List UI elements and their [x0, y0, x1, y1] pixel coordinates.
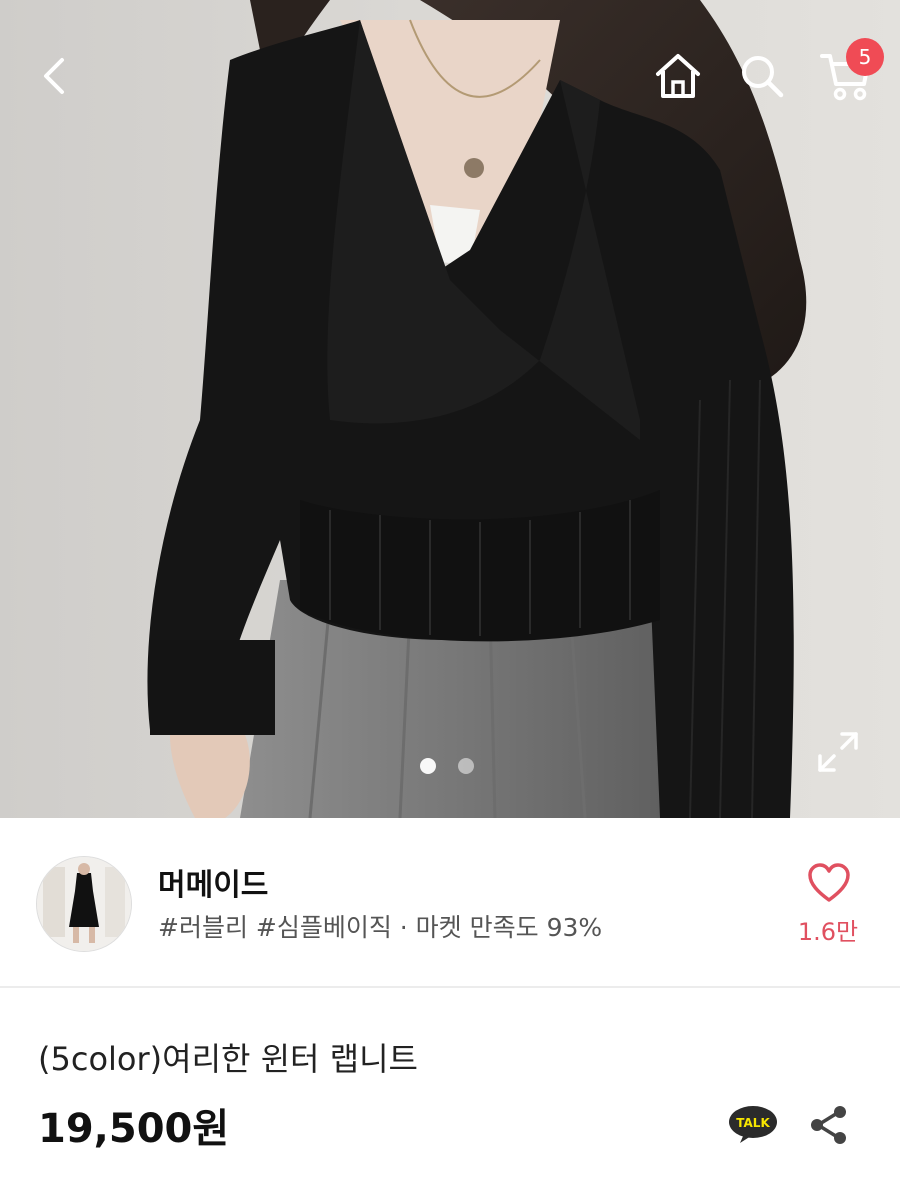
gallery-dot[interactable] [458, 758, 474, 774]
cart-count-badge: 5 [846, 38, 884, 76]
product-name: (5color)여리한 윈터 랩니트 [38, 1040, 418, 1078]
shop-tags: #러블리 #심플베이직 · 마켓 만족도 93% [158, 913, 603, 942]
search-button[interactable] [730, 44, 794, 108]
shop-name[interactable]: 머메이드 [158, 860, 268, 904]
heart-outline-icon [808, 863, 850, 902]
search-icon [742, 56, 784, 98]
gallery-dot-active[interactable] [420, 758, 436, 774]
chevron-left-icon [44, 58, 64, 94]
product-image-gallery[interactable]: 5 [0, 0, 900, 818]
talk-label: TALK [736, 1116, 770, 1130]
talk-bubble-icon: TALK [729, 1106, 777, 1143]
shop-avatar-image [37, 857, 131, 951]
home-icon [656, 54, 700, 98]
share-button[interactable] [806, 1102, 852, 1148]
back-button[interactable] [22, 44, 86, 108]
share-icon [811, 1106, 846, 1144]
gallery-pagination [420, 758, 474, 774]
product-photo [0, 0, 900, 818]
product-price: 19,500원 [38, 1106, 230, 1152]
shop-avatar[interactable] [36, 856, 132, 952]
favorite-count: 1.6만 [797, 918, 859, 946]
expand-button[interactable] [812, 726, 864, 778]
expand-icon [818, 732, 858, 772]
shop-info-section [0, 818, 900, 988]
talk-button[interactable]: TALK [728, 1104, 778, 1144]
favorite-button[interactable] [792, 862, 866, 908]
home-button[interactable] [646, 44, 710, 108]
